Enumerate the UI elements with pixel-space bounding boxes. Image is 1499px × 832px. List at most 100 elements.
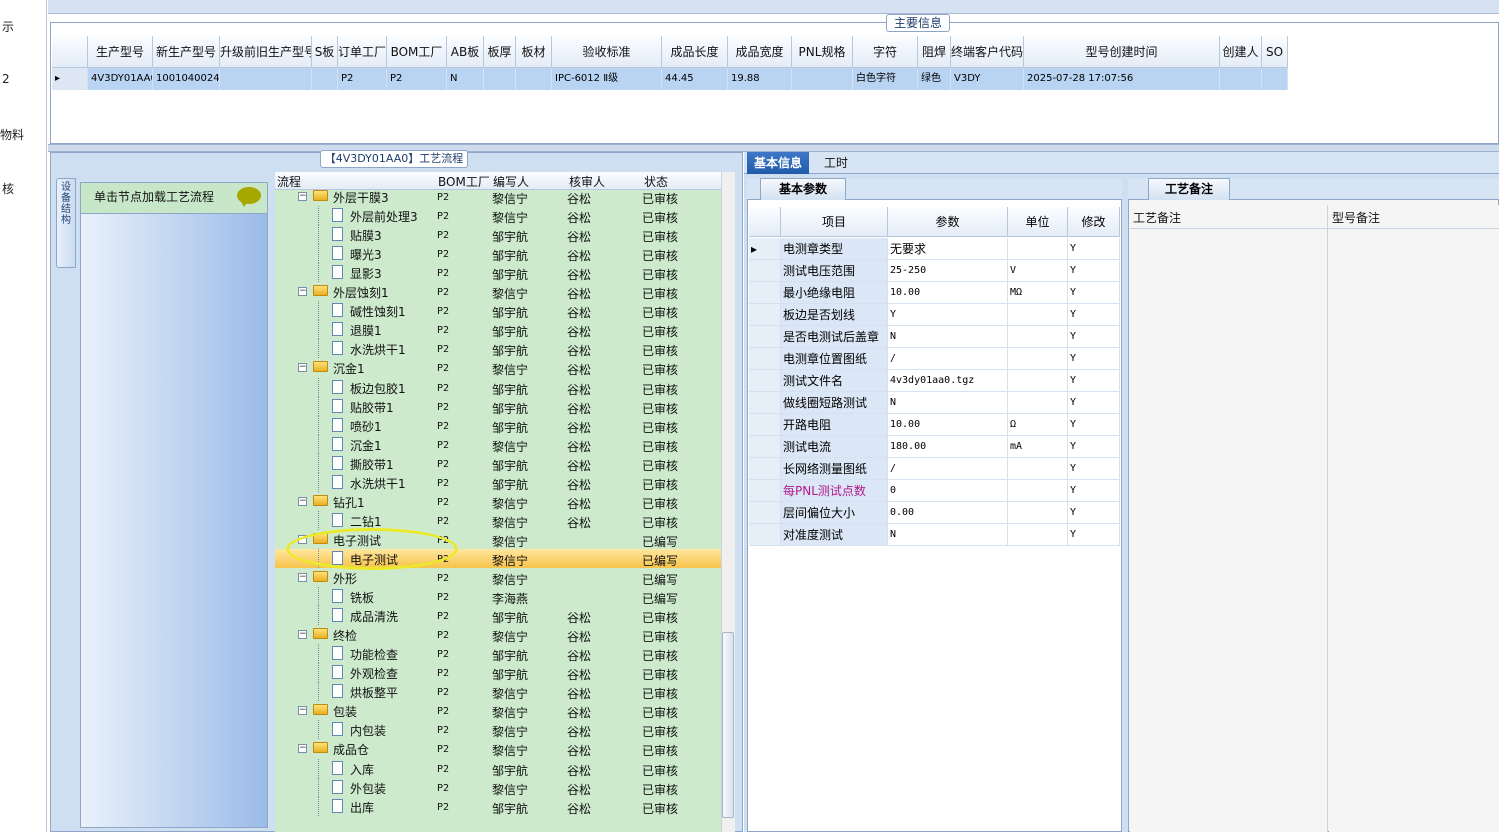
tree-row[interactable]: − 外层蚀刻1 P2 黎信宁 谷松 已审核 (275, 282, 721, 301)
tree-expander[interactable]: − (298, 706, 307, 715)
tree-row[interactable]: − 外形 P2 黎信宁 已编写 (275, 568, 721, 587)
param-value[interactable]: 0 (888, 480, 1008, 502)
grid-cell[interactable]: N (447, 68, 484, 90)
grid-cell[interactable] (1262, 68, 1288, 90)
tree-row[interactable]: 喷砂1 P2 邹宇航 谷松 已审核 (275, 416, 721, 435)
param-modify[interactable]: Y (1068, 326, 1120, 348)
process-note-field[interactable] (1130, 205, 1328, 832)
tree-row[interactable]: 外包装 P2 黎信宁 谷松 已审核 (275, 778, 721, 797)
param-col-header[interactable]: 参数 (888, 207, 1008, 237)
tree-row[interactable]: 贴胶带1 P2 邹宇航 谷松 已审核 (275, 397, 721, 416)
param-unit[interactable] (1008, 480, 1068, 502)
tree-expander[interactable]: − (298, 744, 307, 753)
grid-cell[interactable] (312, 68, 338, 90)
tree-row[interactable]: 曝光3 P2 邹宇航 谷松 已审核 (275, 244, 721, 263)
grid-cell[interactable] (792, 68, 853, 90)
param-modify[interactable]: Y (1068, 348, 1120, 370)
tree-expander[interactable]: − (298, 573, 307, 582)
nav-item-3[interactable]: 物料 (0, 126, 24, 143)
grid-col-header[interactable]: 订单工厂 (338, 36, 387, 68)
tree-row[interactable]: − 成品仓 P2 黎信宁 谷松 已审核 (275, 739, 721, 758)
param-row-header[interactable]: ▸ (749, 238, 781, 260)
param-row-header[interactable] (749, 502, 781, 524)
nav-item-4[interactable]: 核 (2, 180, 14, 197)
param-unit[interactable] (1008, 238, 1068, 260)
grid-cell[interactable]: V3DY (951, 68, 1024, 90)
param-row-header[interactable] (749, 458, 781, 480)
grid-cell[interactable]: 绿色 (918, 68, 951, 90)
param-unit[interactable] (1008, 370, 1068, 392)
param-unit[interactable] (1008, 524, 1068, 546)
tree-row[interactable]: 撕胶带1 P2 邹宇航 谷松 已审核 (275, 454, 721, 473)
param-value[interactable]: 10.00 (888, 414, 1008, 436)
param-unit[interactable] (1008, 304, 1068, 326)
param-value[interactable]: 180.00 (888, 436, 1008, 458)
tree-row[interactable]: 内包装 P2 黎信宁 谷松 已审核 (275, 720, 721, 739)
param-row-header[interactable] (749, 414, 781, 436)
param-unit[interactable]: mA (1008, 436, 1068, 458)
grid-col-header[interactable]: 字符 (853, 36, 918, 68)
tree-expander[interactable]: − (298, 192, 307, 201)
tab-work-hours[interactable]: 工时 (816, 152, 856, 174)
grid-col-header[interactable]: 验收标准 (552, 36, 662, 68)
tree-scrollbar-thumb[interactable] (722, 632, 734, 818)
param-modify[interactable]: Y (1068, 436, 1120, 458)
tree-row[interactable]: 铣板 P2 李海燕 已编写 (275, 587, 721, 606)
grid-cell[interactable] (220, 68, 312, 90)
grid-col-header[interactable]: 生产型号 (88, 36, 153, 68)
grid-col-header[interactable]: 成品宽度 (728, 36, 792, 68)
grid-cell[interactable]: 44.45 (662, 68, 728, 90)
param-row-header[interactable] (749, 348, 781, 370)
tree-row[interactable]: 出库 P2 邹宇航 谷松 已审核 (275, 797, 721, 816)
param-modify[interactable]: Y (1068, 392, 1120, 414)
tree-row[interactable]: − 外层干膜3 P2 黎信宁 谷松 已审核 (275, 187, 721, 206)
param-unit[interactable] (1008, 348, 1068, 370)
grid-cell[interactable]: IPC-6012 Ⅱ级 (552, 68, 662, 90)
nav-item-1[interactable]: 示 (2, 18, 14, 35)
param-modify[interactable]: Y (1068, 282, 1120, 304)
param-row-header[interactable] (749, 326, 781, 348)
param-value[interactable]: 10.00 (888, 282, 1008, 304)
nav-item-2[interactable]: 2 (2, 72, 10, 86)
grid-cell[interactable] (484, 68, 516, 90)
param-row-header[interactable] (749, 392, 781, 414)
tree-row[interactable]: 功能检查 P2 邹宇航 谷松 已审核 (275, 644, 721, 663)
grid-cell[interactable] (1220, 68, 1262, 90)
grid-cell[interactable]: 10010400242359 (153, 68, 220, 90)
tree-row[interactable]: 外层前处理3 P2 黎信宁 谷松 已审核 (275, 206, 721, 225)
grid-cell[interactable] (516, 68, 552, 90)
tree-row[interactable]: 烘板整平 P2 黎信宁 谷松 已审核 (275, 682, 721, 701)
tree-row[interactable]: 板边包胶1 P2 邹宇航 谷松 已审核 (275, 378, 721, 397)
param-modify[interactable]: Y (1068, 238, 1120, 260)
tree-row[interactable]: − 终检 P2 黎信宁 谷松 已审核 (275, 625, 721, 644)
tree-row[interactable]: 成品清洗 P2 邹宇航 谷松 已审核 (275, 606, 721, 625)
param-value[interactable]: 25-250 (888, 260, 1008, 282)
grid-col-header[interactable]: 型号创建时间 (1024, 36, 1220, 68)
param-row-header[interactable] (749, 524, 781, 546)
param-unit[interactable]: V (1008, 260, 1068, 282)
param-row-header[interactable] (749, 260, 781, 282)
param-unit[interactable] (1008, 502, 1068, 524)
param-row-header[interactable] (749, 436, 781, 458)
tree-expander[interactable]: − (298, 287, 307, 296)
param-value[interactable]: 4v3dy01aa0.tgz (888, 370, 1008, 392)
tab-basic-info[interactable]: 基本信息 (747, 152, 809, 174)
grid-col-header[interactable]: 终端客户代码 (951, 36, 1024, 68)
param-value[interactable]: N (888, 326, 1008, 348)
grid-cell[interactable]: 4V3DY01AA0 (88, 68, 153, 90)
param-modify[interactable]: Y (1068, 260, 1120, 282)
param-unit[interactable] (1008, 458, 1068, 480)
param-value[interactable]: Y (888, 304, 1008, 326)
param-row-header[interactable] (749, 480, 781, 502)
param-col-header[interactable]: 修改 (1068, 207, 1120, 237)
param-modify[interactable]: Y (1068, 524, 1120, 546)
tree-row[interactable]: 水洗烘干1 P2 邹宇航 谷松 已审核 (275, 473, 721, 492)
tree-row[interactable]: − 钻孔1 P2 黎信宁 谷松 已审核 (275, 492, 721, 511)
param-unit[interactable]: MΩ (1008, 282, 1068, 304)
param-value[interactable]: / (888, 458, 1008, 480)
param-value[interactable]: N (888, 524, 1008, 546)
tree-row[interactable]: 退膜1 P2 邹宇航 谷松 已审核 (275, 320, 721, 339)
param-value[interactable]: N (888, 392, 1008, 414)
grid-row-indicator[interactable]: ▸ (52, 68, 88, 90)
grid-cell[interactable]: 白色字符 (853, 68, 918, 90)
